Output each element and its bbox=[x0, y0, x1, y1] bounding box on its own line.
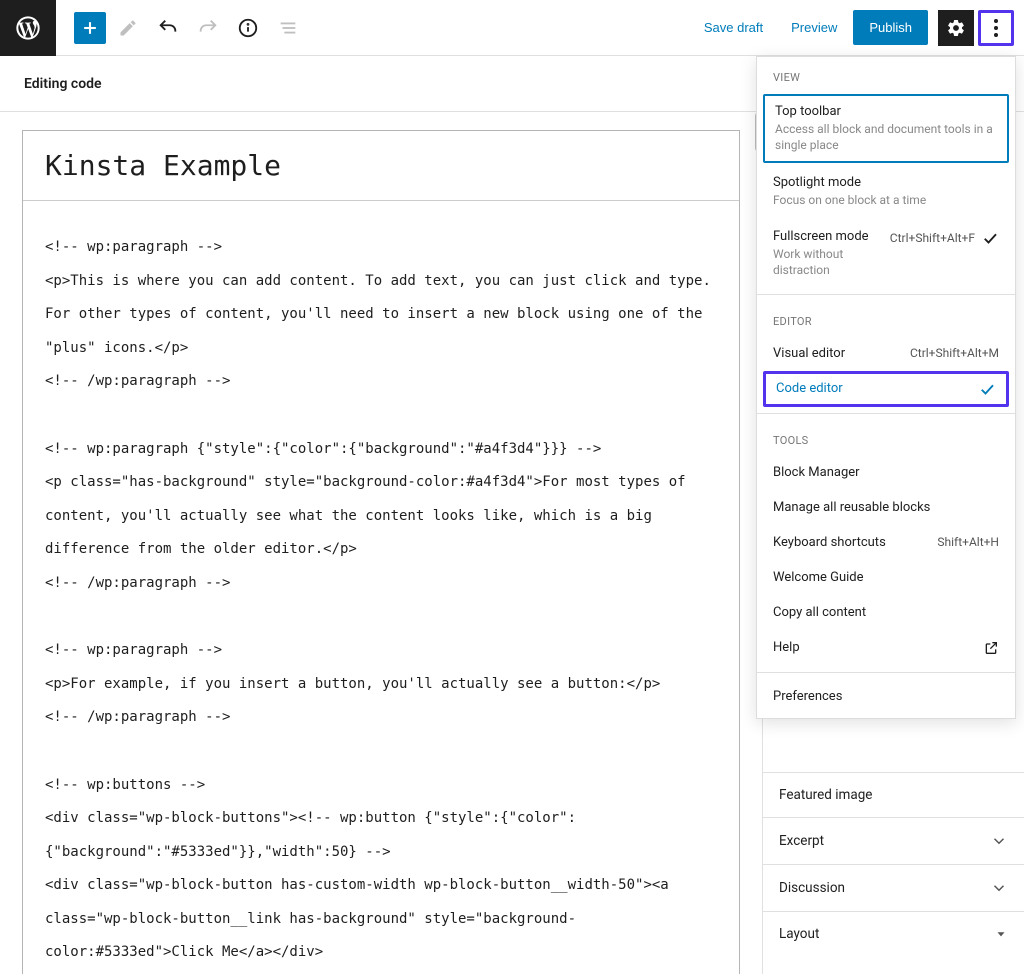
preview-button[interactable]: Preview bbox=[779, 10, 849, 45]
panel-featured-image[interactable]: Featured image bbox=[763, 772, 1024, 818]
edit-icon[interactable] bbox=[110, 10, 146, 46]
redo-button[interactable] bbox=[190, 10, 226, 46]
wordpress-logo[interactable] bbox=[0, 0, 56, 56]
dd-item-label: Copy all content bbox=[773, 605, 866, 620]
dd-fullscreen-mode[interactable]: Fullscreen mode Work without distraction… bbox=[757, 219, 1015, 288]
dd-item-label: Code editor bbox=[776, 381, 972, 396]
panel-discussion[interactable]: Discussion bbox=[763, 865, 1024, 912]
dd-help[interactable]: Help bbox=[757, 630, 1015, 666]
check-icon bbox=[978, 380, 996, 398]
dd-item-shortcut: Shift+Alt+H bbox=[937, 535, 999, 549]
top-toolbar: Save draft Preview Publish bbox=[0, 0, 1024, 56]
dd-item-label: Block Manager bbox=[773, 465, 860, 480]
chevron-down-icon bbox=[990, 879, 1008, 897]
toolbar-left bbox=[56, 10, 306, 46]
code-textarea[interactable]: <!-- wp:paragraph --> <p>This is where y… bbox=[23, 201, 739, 974]
add-block-button[interactable] bbox=[74, 12, 106, 44]
dd-section-view: VIEW bbox=[757, 57, 1015, 92]
dd-divider bbox=[757, 672, 1015, 673]
dd-section-tools: TOOLS bbox=[757, 420, 1015, 455]
panel-label: Featured image bbox=[779, 787, 872, 803]
info-button[interactable] bbox=[230, 10, 266, 46]
panel-label: Layout bbox=[779, 926, 819, 942]
chevron-down-icon bbox=[990, 832, 1008, 850]
list-view-button[interactable] bbox=[270, 10, 306, 46]
settings-button[interactable] bbox=[938, 10, 974, 46]
dd-item-label: Fullscreen mode bbox=[773, 229, 884, 244]
vertical-dots-icon bbox=[994, 19, 998, 37]
dd-item-shortcut: Ctrl+Shift+Alt+F bbox=[890, 231, 975, 245]
dd-item-label: Preferences bbox=[773, 689, 842, 704]
external-link-icon bbox=[983, 640, 999, 656]
more-options-button[interactable] bbox=[978, 10, 1014, 46]
dd-item-label: Top toolbar bbox=[775, 104, 997, 119]
dd-item-label: Manage all reusable blocks bbox=[773, 500, 930, 515]
dd-visual-editor[interactable]: Visual editor Ctrl+Shift+Alt+M bbox=[757, 336, 1015, 371]
editor-column: Kinsta Example <!-- wp:paragraph --> <p>… bbox=[0, 112, 762, 974]
post-title-input[interactable]: Kinsta Example bbox=[23, 131, 739, 201]
check-icon bbox=[981, 229, 999, 247]
dd-copy-all[interactable]: Copy all content bbox=[757, 595, 1015, 630]
panel-label: Excerpt bbox=[779, 833, 824, 849]
dd-item-desc: Work without distraction bbox=[773, 246, 884, 278]
dd-top-toolbar[interactable]: Top toolbar Access all block and documen… bbox=[763, 94, 1009, 163]
dd-item-label: Keyboard shortcuts bbox=[773, 535, 886, 550]
code-editor-box: Kinsta Example <!-- wp:paragraph --> <p>… bbox=[22, 130, 740, 974]
dd-item-label: Visual editor bbox=[773, 346, 904, 361]
dd-item-desc: Focus on one block at a time bbox=[773, 192, 999, 208]
dd-item-desc: Access all block and document tools in a… bbox=[775, 121, 997, 153]
dd-block-manager[interactable]: Block Manager bbox=[757, 455, 1015, 490]
undo-button[interactable] bbox=[150, 10, 186, 46]
dd-keyboard-shortcuts[interactable]: Keyboard shortcuts Shift+Alt+H bbox=[757, 525, 1015, 560]
publish-button[interactable]: Publish bbox=[853, 10, 928, 45]
dd-reusable-blocks[interactable]: Manage all reusable blocks bbox=[757, 490, 1015, 525]
toolbar-right: Save draft Preview Publish bbox=[692, 10, 1024, 46]
panel-label: Discussion bbox=[779, 880, 845, 896]
dd-preferences[interactable]: Preferences bbox=[757, 679, 1015, 714]
dd-divider bbox=[757, 413, 1015, 414]
options-dropdown: VIEW Top toolbar Access all block and do… bbox=[756, 56, 1016, 719]
dd-divider bbox=[757, 294, 1015, 295]
caret-down-icon bbox=[994, 927, 1008, 941]
editing-mode-label: Editing code bbox=[24, 76, 102, 92]
dd-section-editor: EDITOR bbox=[757, 301, 1015, 336]
panel-layout[interactable]: Layout bbox=[763, 912, 1024, 956]
dd-welcome-guide[interactable]: Welcome Guide bbox=[757, 560, 1015, 595]
dd-code-editor[interactable]: Code editor bbox=[763, 371, 1009, 407]
dd-item-label: Help bbox=[773, 640, 800, 655]
dd-item-shortcut: Ctrl+Shift+Alt+M bbox=[910, 346, 999, 360]
dd-item-label: Welcome Guide bbox=[773, 570, 864, 585]
dd-item-label: Spotlight mode bbox=[773, 175, 999, 190]
save-draft-button[interactable]: Save draft bbox=[692, 10, 775, 45]
dd-spotlight-mode[interactable]: Spotlight mode Focus on one block at a t… bbox=[757, 165, 1015, 218]
panel-excerpt[interactable]: Excerpt bbox=[763, 818, 1024, 865]
